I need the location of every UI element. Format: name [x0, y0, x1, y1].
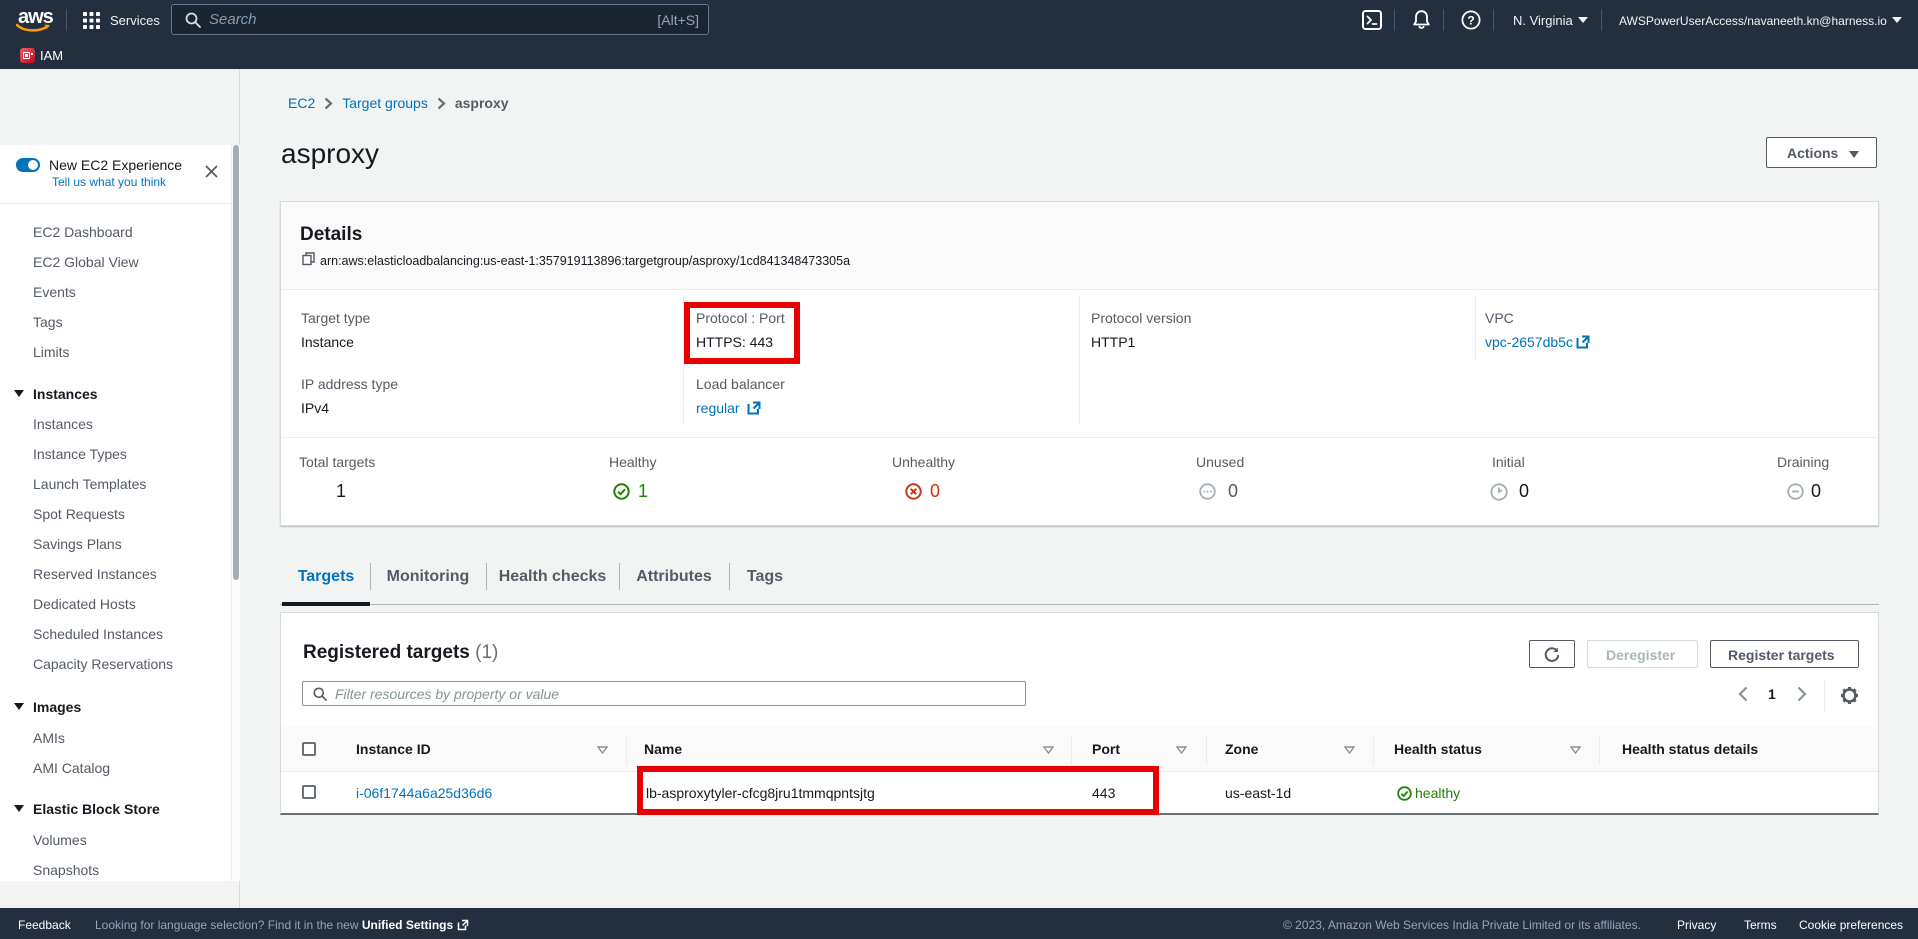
svg-text:?: ? [1467, 13, 1474, 27]
